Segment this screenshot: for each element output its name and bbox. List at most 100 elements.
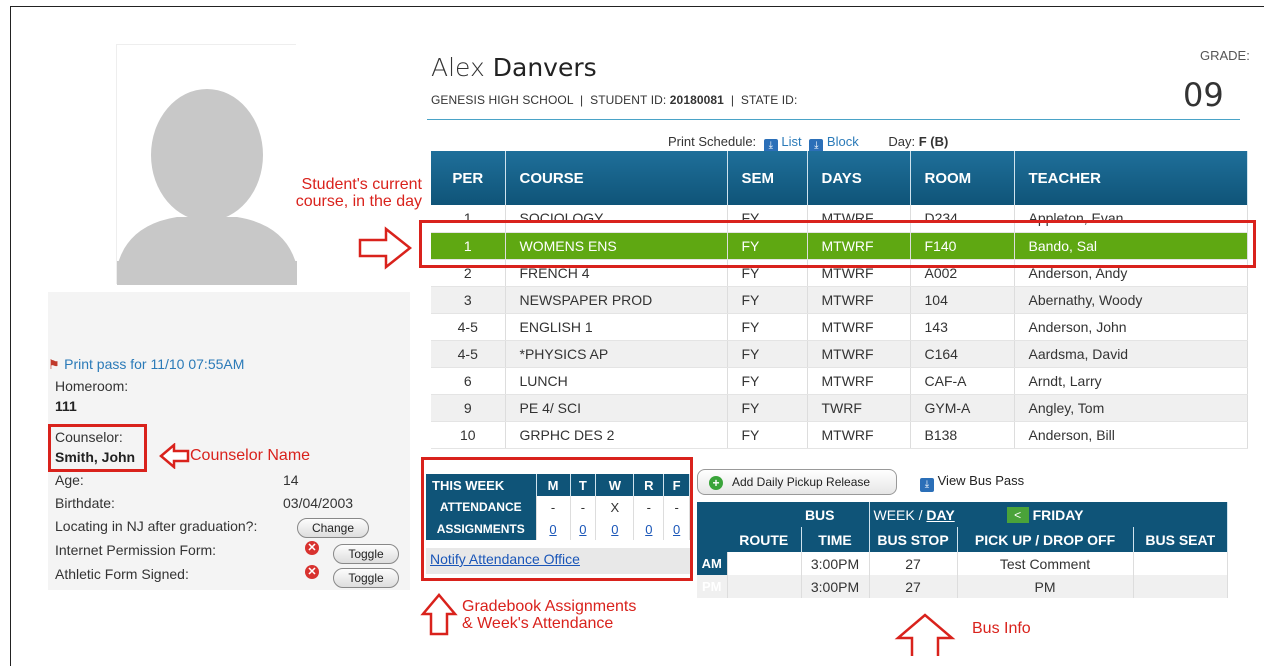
print-list-link[interactable]: ⤓ List: [763, 134, 802, 153]
schedule-header-row: PER COURSE SEM DAYS ROOM TEACHER: [431, 151, 1248, 205]
annotation-current-course: Student's current course, in the day: [295, 176, 422, 210]
athletic-toggle-button[interactable]: Toggle: [333, 568, 399, 588]
cell-teacher: Arndt, Larry: [1014, 367, 1248, 395]
view-bus-pass-label: View Bus Pass: [937, 473, 1025, 488]
schedule-row[interactable]: 4-5 ENGLISH 1 FY MTWRF 143 Anderson, John: [431, 313, 1248, 341]
bus-route: [727, 575, 802, 598]
student-name: Alex Danvers: [431, 53, 597, 82]
col-per: PER: [431, 151, 506, 205]
bus-pickup: PM: [957, 575, 1134, 598]
counselor-highlight-box: [48, 424, 147, 472]
athletic-form-label: Athletic Form Signed:: [55, 566, 189, 582]
cell-per: 4-5: [431, 313, 506, 341]
cell-room: GYM-A: [910, 394, 1015, 422]
add-pickup-release-button[interactable]: Add Daily Pickup Release: [697, 469, 897, 495]
schedule-row[interactable]: 4-5 *PHYSICS AP FY MTWRF C164 Aardsma, David: [431, 340, 1248, 368]
day-label: Day:: [888, 134, 916, 149]
birthdate-value: 03/04/2003: [283, 495, 354, 511]
change-button[interactable]: Change: [297, 518, 369, 538]
cell-days: TWRF: [807, 394, 911, 422]
cell-room: C164: [910, 340, 1015, 368]
bus-stop: 27: [869, 575, 958, 598]
cell-room: 143: [910, 313, 1015, 341]
first-name: Alex: [431, 53, 485, 82]
cell-per: 6: [431, 367, 506, 395]
cell-course: GRPHC DES 2: [505, 421, 728, 449]
prev-day-button[interactable]: <: [1006, 506, 1029, 523]
print-block-link[interactable]: ⤓ Block: [809, 134, 859, 153]
bus-stop: 27: [869, 552, 958, 575]
schedule-table: PER COURSE SEM DAYS ROOM TEACHER 1 SOCIOL…: [431, 151, 1248, 449]
bus-time: 3:00PM: [801, 552, 870, 575]
school-name: GENESIS HIGH SCHOOL: [431, 93, 574, 107]
cell-sem: FY: [727, 313, 808, 341]
cell-sem: FY: [727, 421, 808, 449]
cell-course: LUNCH: [505, 367, 728, 395]
locating-label: Locating in NJ after graduation?:: [55, 518, 258, 534]
cell-per: 3: [431, 286, 506, 314]
header-divider: [427, 119, 1240, 120]
current-course-highlight-box: [419, 220, 1256, 268]
bus-header-row: ROUTE TIME BUS STOP PICK UP / DROP OFF B…: [697, 527, 1228, 552]
cell-per: 10: [431, 421, 506, 449]
schedule-row[interactable]: 10 GRPHC DES 2 FY MTWRF B138 Anderson, Bill: [431, 421, 1248, 449]
period-pm: PM: [697, 575, 728, 598]
col-room: ROOM: [910, 151, 1015, 205]
week-view-label[interactable]: WEEK /: [874, 507, 927, 523]
grade-label: GRADE:: [1200, 48, 1250, 63]
bus-time: 3:00PM: [801, 575, 870, 598]
cell-teacher: Anderson, Bill: [1014, 421, 1248, 449]
internet-toggle-button[interactable]: Toggle: [333, 544, 399, 564]
cell-course: ENGLISH 1: [505, 313, 728, 341]
cell-days: MTWRF: [807, 286, 911, 314]
bus-title-row: BUS WEEK / DAY < FRIDAY: [697, 502, 1228, 527]
age-label: Age:: [55, 472, 84, 488]
col-bus-stop: BUS STOP: [869, 527, 958, 552]
bus-row-am: AM 3:00PM 27 Test Comment: [697, 552, 1228, 575]
grade-value: 09: [1183, 76, 1224, 114]
col-time: TIME: [801, 527, 870, 552]
age-value: 14: [283, 472, 299, 488]
homeroom-value: 111: [55, 398, 77, 414]
week-highlight-box: [421, 457, 693, 581]
bus-day-name: FRIDAY: [1032, 506, 1084, 523]
schedule-row[interactable]: 6 LUNCH FY MTWRF CAF-A Arndt, Larry: [431, 367, 1248, 395]
cell-course: *PHYSICS AP: [505, 340, 728, 368]
bus-view-controls: WEEK / DAY < FRIDAY: [869, 502, 1228, 527]
plus-icon: +: [709, 476, 723, 490]
cell-teacher: Angley, Tom: [1014, 394, 1248, 422]
schedule-row[interactable]: 3 NEWSPAPER PROD FY MTWRF 104 Abernathy, Wood…: [431, 286, 1248, 314]
bus-period-header: [697, 527, 727, 552]
col-route: ROUTE: [727, 527, 802, 552]
cell-room: B138: [910, 421, 1015, 449]
up-arrow-icon: [420, 593, 458, 636]
col-days: DAYS: [807, 151, 911, 205]
schedule-row[interactable]: 9 PE 4/ SCI FY TWRF GYM-A Angley, Tom: [431, 394, 1248, 422]
block-link-label: Block: [826, 134, 859, 149]
cell-days: MTWRF: [807, 421, 911, 449]
pdf-icon: ⤓: [920, 478, 934, 492]
col-sem: SEM: [727, 151, 808, 205]
cell-room: 104: [910, 286, 1015, 314]
col-teacher: TEACHER: [1014, 151, 1248, 205]
bus-seat: [1133, 552, 1228, 575]
cell-days: MTWRF: [807, 340, 911, 368]
left-arrow-icon: [159, 443, 190, 469]
print-pass-link[interactable]: ⚑ Print pass for 11/10 07:55AM: [48, 356, 244, 374]
pass-icon: ⚑: [48, 357, 60, 372]
avatar-silhouette-icon: [117, 45, 297, 285]
day-view-link[interactable]: DAY: [926, 507, 954, 523]
state-id-label: STATE ID:: [740, 93, 798, 107]
up-arrow-icon: [894, 613, 956, 656]
not-signed-icon: ✕: [305, 565, 319, 579]
view-bus-pass-link[interactable]: ⤓ View Bus Pass: [920, 473, 1024, 492]
cell-sem: FY: [727, 286, 808, 314]
cell-teacher: Aardsma, David: [1014, 340, 1248, 368]
cell-sem: FY: [727, 340, 808, 368]
col-bus-seat: BUS SEAT: [1133, 527, 1228, 552]
student-id-label: STUDENT ID:: [590, 93, 667, 107]
last-name: Danvers: [492, 53, 597, 82]
cell-teacher: Abernathy, Woody: [1014, 286, 1248, 314]
cell-per: 4-5: [431, 340, 506, 368]
student-photo: [116, 44, 297, 285]
